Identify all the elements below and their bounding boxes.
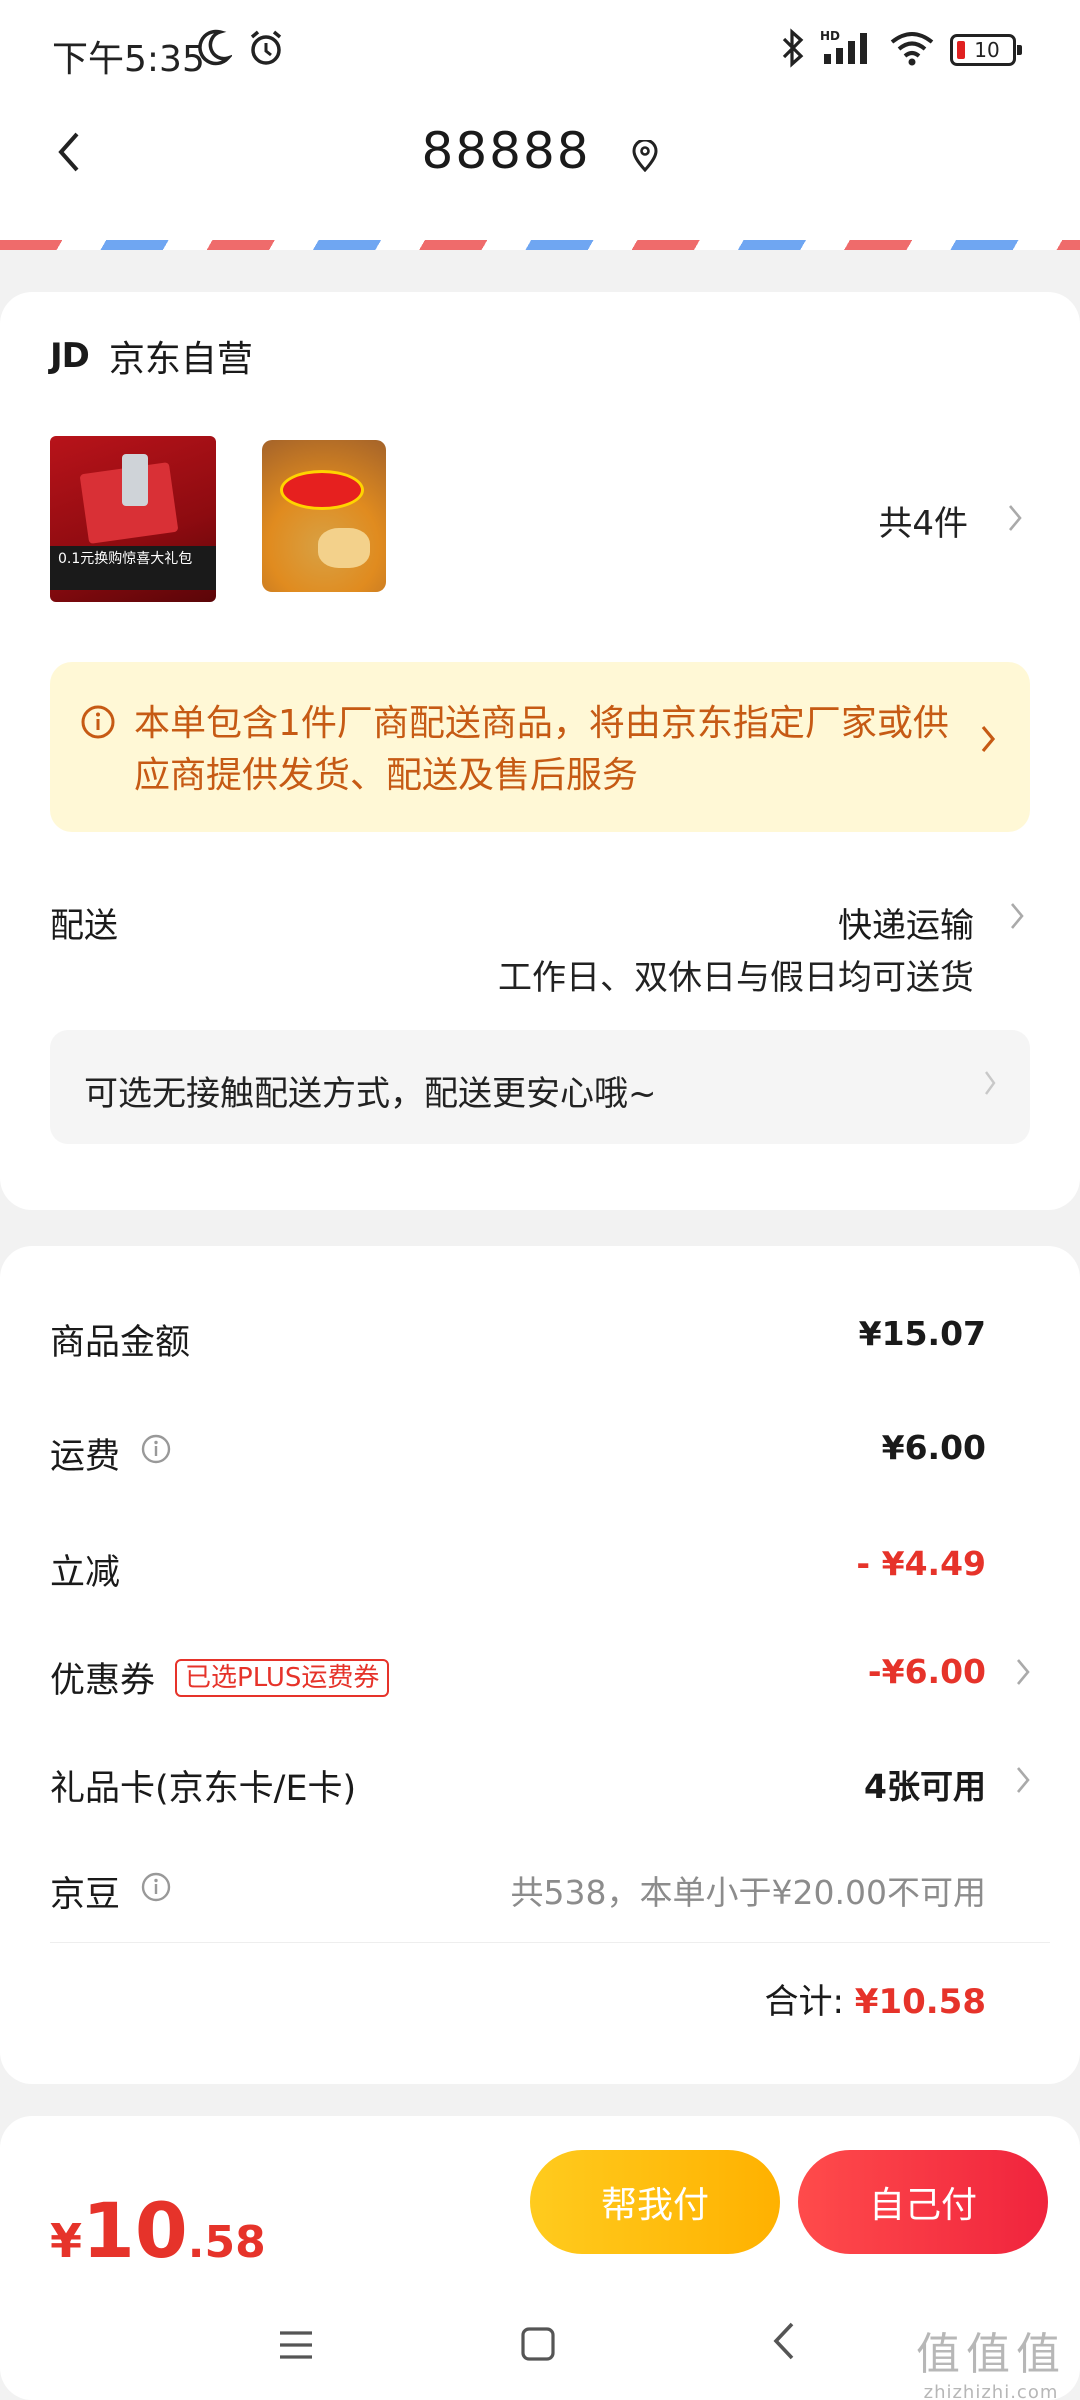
payable-price: ¥10.58	[50, 2186, 266, 2275]
back-triangle-icon[interactable]	[770, 2320, 798, 2366]
chevron-right-icon	[1016, 1658, 1030, 1690]
item-count-link[interactable]: 共4件	[878, 496, 1022, 545]
bluetooth-icon	[780, 28, 806, 72]
goods-amount-label: 商品金额	[50, 1323, 191, 1363]
address-selector[interactable]: 88888	[0, 122, 1080, 184]
instant-discount-value: - ¥4.49	[856, 1544, 986, 1583]
svg-text:HD: HD	[820, 29, 840, 43]
jd-logo: JD	[50, 336, 90, 376]
info-icon	[80, 704, 116, 744]
header: 88888	[0, 100, 1080, 250]
chevron-right-icon	[1008, 501, 1022, 541]
store-name: 京东自营	[108, 339, 253, 380]
status-time: 下午5:35	[52, 39, 205, 80]
jingdou-value: 共538，本单小于¥20.00不可用	[510, 1873, 986, 1912]
contactless-text: 可选无接触配送方式，配送更安心哦~	[84, 1074, 657, 1114]
delivery-method[interactable]: 快递运输	[838, 898, 974, 947]
coupon-tag: 已选PLUS运费券	[175, 1658, 390, 1697]
shipping-fee-value: ¥6.00	[881, 1428, 986, 1467]
help-me-pay-button[interactable]: 帮我付	[530, 2150, 780, 2254]
wifi-icon	[888, 28, 936, 72]
chevron-right-icon	[984, 1070, 996, 1100]
battery-icon: 10	[950, 34, 1022, 66]
coupon-label: 优惠券	[50, 1661, 156, 1701]
status-bar: 下午5:35 HD 10	[0, 0, 1080, 100]
watermark: 值值值 zhizhizhi.com	[916, 2329, 1066, 2400]
instant-discount-row: 立减 - ¥4.49	[50, 1536, 1030, 1596]
total-label: 合计:	[764, 1982, 844, 2022]
shipping-fee-row: 运费 ¥6.00	[50, 1420, 1030, 1480]
location-pin-icon	[632, 126, 658, 184]
goods-amount-row: 商品金额 ¥15.07	[50, 1306, 1030, 1366]
chevron-right-icon	[1016, 1766, 1030, 1798]
store-header: JD 京东自营	[50, 330, 253, 382]
pay-myself-button[interactable]: 自己付	[798, 2150, 1048, 2254]
manufacturer-notice[interactable]: 本单包含1件厂商配送商品，将由京东指定厂家或供应商提供发货、配送及售后服务	[50, 662, 1030, 832]
product-thumbnail-giftpack[interactable]: 0.1元换购惊喜大礼包	[50, 436, 216, 602]
menu-icon[interactable]	[278, 2330, 314, 2364]
delivery-note: 工作日、双休日与假日均可送货	[498, 958, 974, 998]
home-square-icon[interactable]	[520, 2326, 556, 2366]
airmail-stripe	[0, 240, 1080, 250]
divider	[50, 1942, 1050, 1943]
address-text: 88888	[421, 122, 591, 180]
store-card: JD 京东自营 0.1元换购惊喜大礼包 共4件 本单包含1件厂商配送商品，将由京…	[0, 292, 1080, 1210]
coupon-row[interactable]: 优惠券 已选PLUS运费券 -¥6.00	[50, 1644, 1030, 1704]
instant-discount-label: 立减	[50, 1553, 121, 1593]
product-thumbnail-chips[interactable]	[262, 440, 386, 592]
jingdou-row: 京豆 共538，本单小于¥20.00不可用	[50, 1858, 1030, 1918]
delivery-label: 配送	[50, 906, 118, 946]
gift-card-row[interactable]: 礼品卡(京东卡/E卡) 4张可用	[50, 1752, 1030, 1812]
item-count: 共4件	[878, 504, 968, 544]
jingdou-label: 京豆	[50, 1875, 121, 1915]
info-icon[interactable]	[140, 1433, 172, 1474]
order-total: 合计: ¥10.58	[765, 1974, 986, 2023]
gift-card-label: 礼品卡(京东卡/E卡)	[50, 1769, 357, 1809]
chevron-right-icon	[980, 724, 996, 758]
goods-amount-value: ¥15.07	[858, 1314, 986, 1353]
notice-text: 本单包含1件厂商配送商品，将由京东指定厂家或供应商提供发货、配送及售后服务	[134, 703, 949, 796]
chevron-right-icon[interactable]	[1010, 902, 1024, 934]
shipping-fee-label: 运费	[50, 1437, 121, 1477]
fee-summary-card: 商品金额 ¥15.07 运费 ¥6.00 立减 - ¥4.49 优惠券 已选PL…	[0, 1246, 1080, 2084]
coupon-value: -¥6.00	[867, 1652, 986, 1691]
signal-icon: HD	[820, 28, 874, 72]
info-icon[interactable]	[140, 1871, 172, 1912]
total-value: ¥10.58	[854, 1982, 986, 2022]
contactless-delivery-option[interactable]: 可选无接触配送方式，配送更安心哦~	[50, 1030, 1030, 1144]
alarm-icon	[246, 28, 286, 72]
gift-card-value: 4张可用	[864, 1767, 986, 1806]
moon-icon	[196, 28, 234, 72]
